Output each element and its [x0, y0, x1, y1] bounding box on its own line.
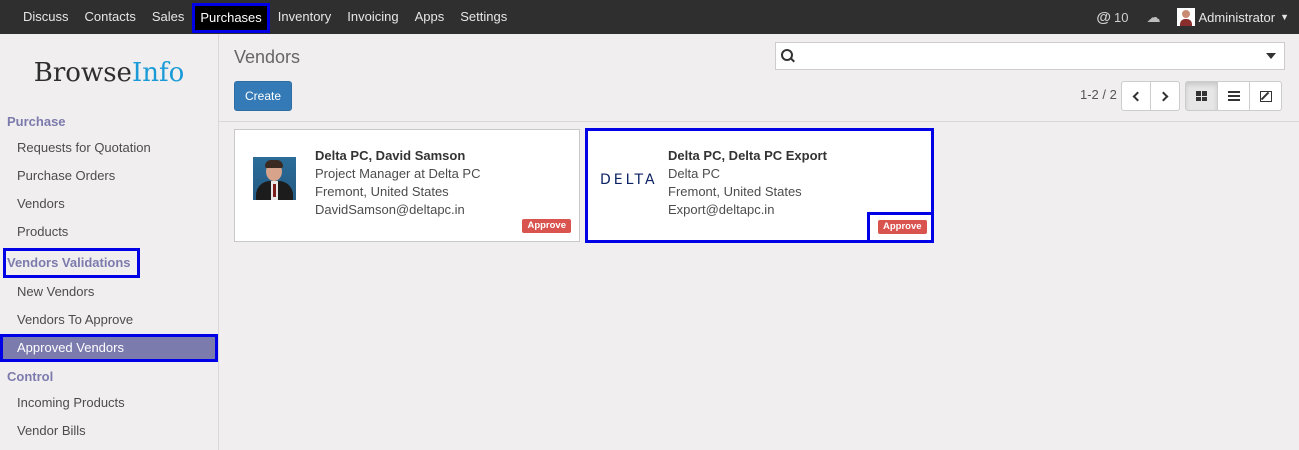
- menu-purchases[interactable]: Purchases: [192, 2, 270, 33]
- approve-button[interactable]: Approve: [878, 220, 927, 234]
- breadcrumb: Vendors: [234, 47, 301, 67]
- menu-apps[interactable]: Apps: [407, 0, 453, 34]
- approve-highlight: Approve: [867, 212, 934, 243]
- main-content: Vendors Create 1-2 / 2 Delta PC, David S…: [219, 34, 1299, 450]
- kanban-view-button[interactable]: [1185, 81, 1218, 111]
- menu-settings[interactable]: Settings: [452, 0, 515, 34]
- brand-text-2: Info: [131, 58, 185, 88]
- menu-invoicing[interactable]: Invoicing: [339, 0, 406, 34]
- vendor-location: Fremont, United States: [668, 184, 802, 199]
- pager-buttons: [1121, 81, 1180, 111]
- grid-icon: [1196, 91, 1207, 101]
- control-panel: Vendors Create 1-2 / 2: [219, 34, 1299, 122]
- sidebar-item-purchase-orders[interactable]: Purchase Orders: [0, 162, 218, 190]
- vendor-location: Fremont, United States: [315, 184, 449, 199]
- vendor-name: Delta PC, David Samson: [315, 148, 466, 163]
- vendor-company: Delta PC: [668, 166, 721, 181]
- notification-count: 10: [1114, 9, 1129, 25]
- top-navbar: Discuss Contacts Sales Purchases Invento…: [0, 0, 1299, 34]
- sidebar-item-vendor-bills[interactable]: Vendor Bills: [0, 417, 218, 445]
- chat-icon[interactable]: ☁: [1147, 9, 1161, 26]
- app-menu: Discuss Contacts Sales Purchases Invento…: [0, 0, 515, 34]
- list-icon: [1227, 91, 1240, 101]
- view-switcher: [1185, 81, 1282, 111]
- menu-sales[interactable]: Sales: [144, 0, 193, 34]
- next-page-button[interactable]: [1150, 81, 1180, 111]
- search-options-dropdown-icon[interactable]: [1266, 53, 1276, 59]
- edit-icon: [1259, 90, 1272, 102]
- caret-down-icon: ▼: [1280, 12, 1289, 22]
- menu-discuss[interactable]: Discuss: [15, 0, 77, 34]
- vendor-photo: [253, 157, 296, 200]
- section-control: Control: [7, 369, 54, 384]
- sidebar-item-approved-vendors[interactable]: Approved Vendors: [0, 334, 218, 362]
- vendor-function: Project Manager at Delta PC: [315, 166, 481, 181]
- sidebar-item-vendors[interactable]: Vendors: [0, 190, 218, 218]
- vendor-name: Delta PC, Delta PC Export: [668, 148, 827, 163]
- vendor-card[interactable]: Delta PC, David Samson Project Manager a…: [234, 129, 580, 242]
- search-icon: [781, 49, 795, 63]
- brand-text-1: Browse: [33, 58, 132, 88]
- sidebar-item-requests-for-quotation[interactable]: Requests for Quotation: [0, 134, 218, 162]
- mentions-button[interactable]: @ 10: [1096, 9, 1128, 26]
- sidebar-item-new-vendors[interactable]: New Vendors: [0, 278, 218, 306]
- search-input[interactable]: [801, 44, 1266, 68]
- sidebar: Browse Info Purchase Requests for Quotati…: [0, 34, 219, 450]
- search-bar: [775, 42, 1285, 70]
- sidebar-item-incoming-products[interactable]: Incoming Products: [0, 389, 218, 417]
- section-purchase: Purchase: [7, 114, 66, 129]
- sidebar-item-vendors-to-approve[interactable]: Vendors To Approve: [0, 306, 218, 334]
- avatar: [1176, 8, 1195, 26]
- user-name: Administrator: [1198, 9, 1276, 25]
- pager-value[interactable]: 1-2 / 2: [1080, 87, 1117, 102]
- vendor-card[interactable]: DELTA Delta PC, Delta PC Export Delta PC…: [585, 128, 934, 243]
- brand-logo: Browse Info: [0, 34, 218, 110]
- sidebar-item-products[interactable]: Products: [0, 218, 218, 246]
- approve-button[interactable]: Approve: [522, 219, 571, 233]
- menu-inventory[interactable]: Inventory: [270, 0, 339, 34]
- menu-contacts[interactable]: Contacts: [77, 0, 144, 34]
- section-vendors-validations: Vendors Validations: [3, 248, 140, 278]
- at-icon: @: [1096, 8, 1112, 26]
- form-view-button[interactable]: [1249, 81, 1282, 111]
- create-button[interactable]: Create: [234, 81, 292, 111]
- vendor-email: Export@deltapc.in: [668, 202, 775, 217]
- vendor-email: DavidSamson@deltapc.in: [315, 202, 465, 217]
- previous-page-button[interactable]: [1121, 81, 1151, 111]
- list-view-button[interactable]: [1217, 81, 1250, 111]
- user-menu[interactable]: Administrator ▼: [1176, 8, 1289, 26]
- delta-logo: DELTA: [600, 172, 658, 188]
- chevron-left-icon: [1132, 91, 1143, 101]
- chevron-right-icon: [1158, 91, 1169, 101]
